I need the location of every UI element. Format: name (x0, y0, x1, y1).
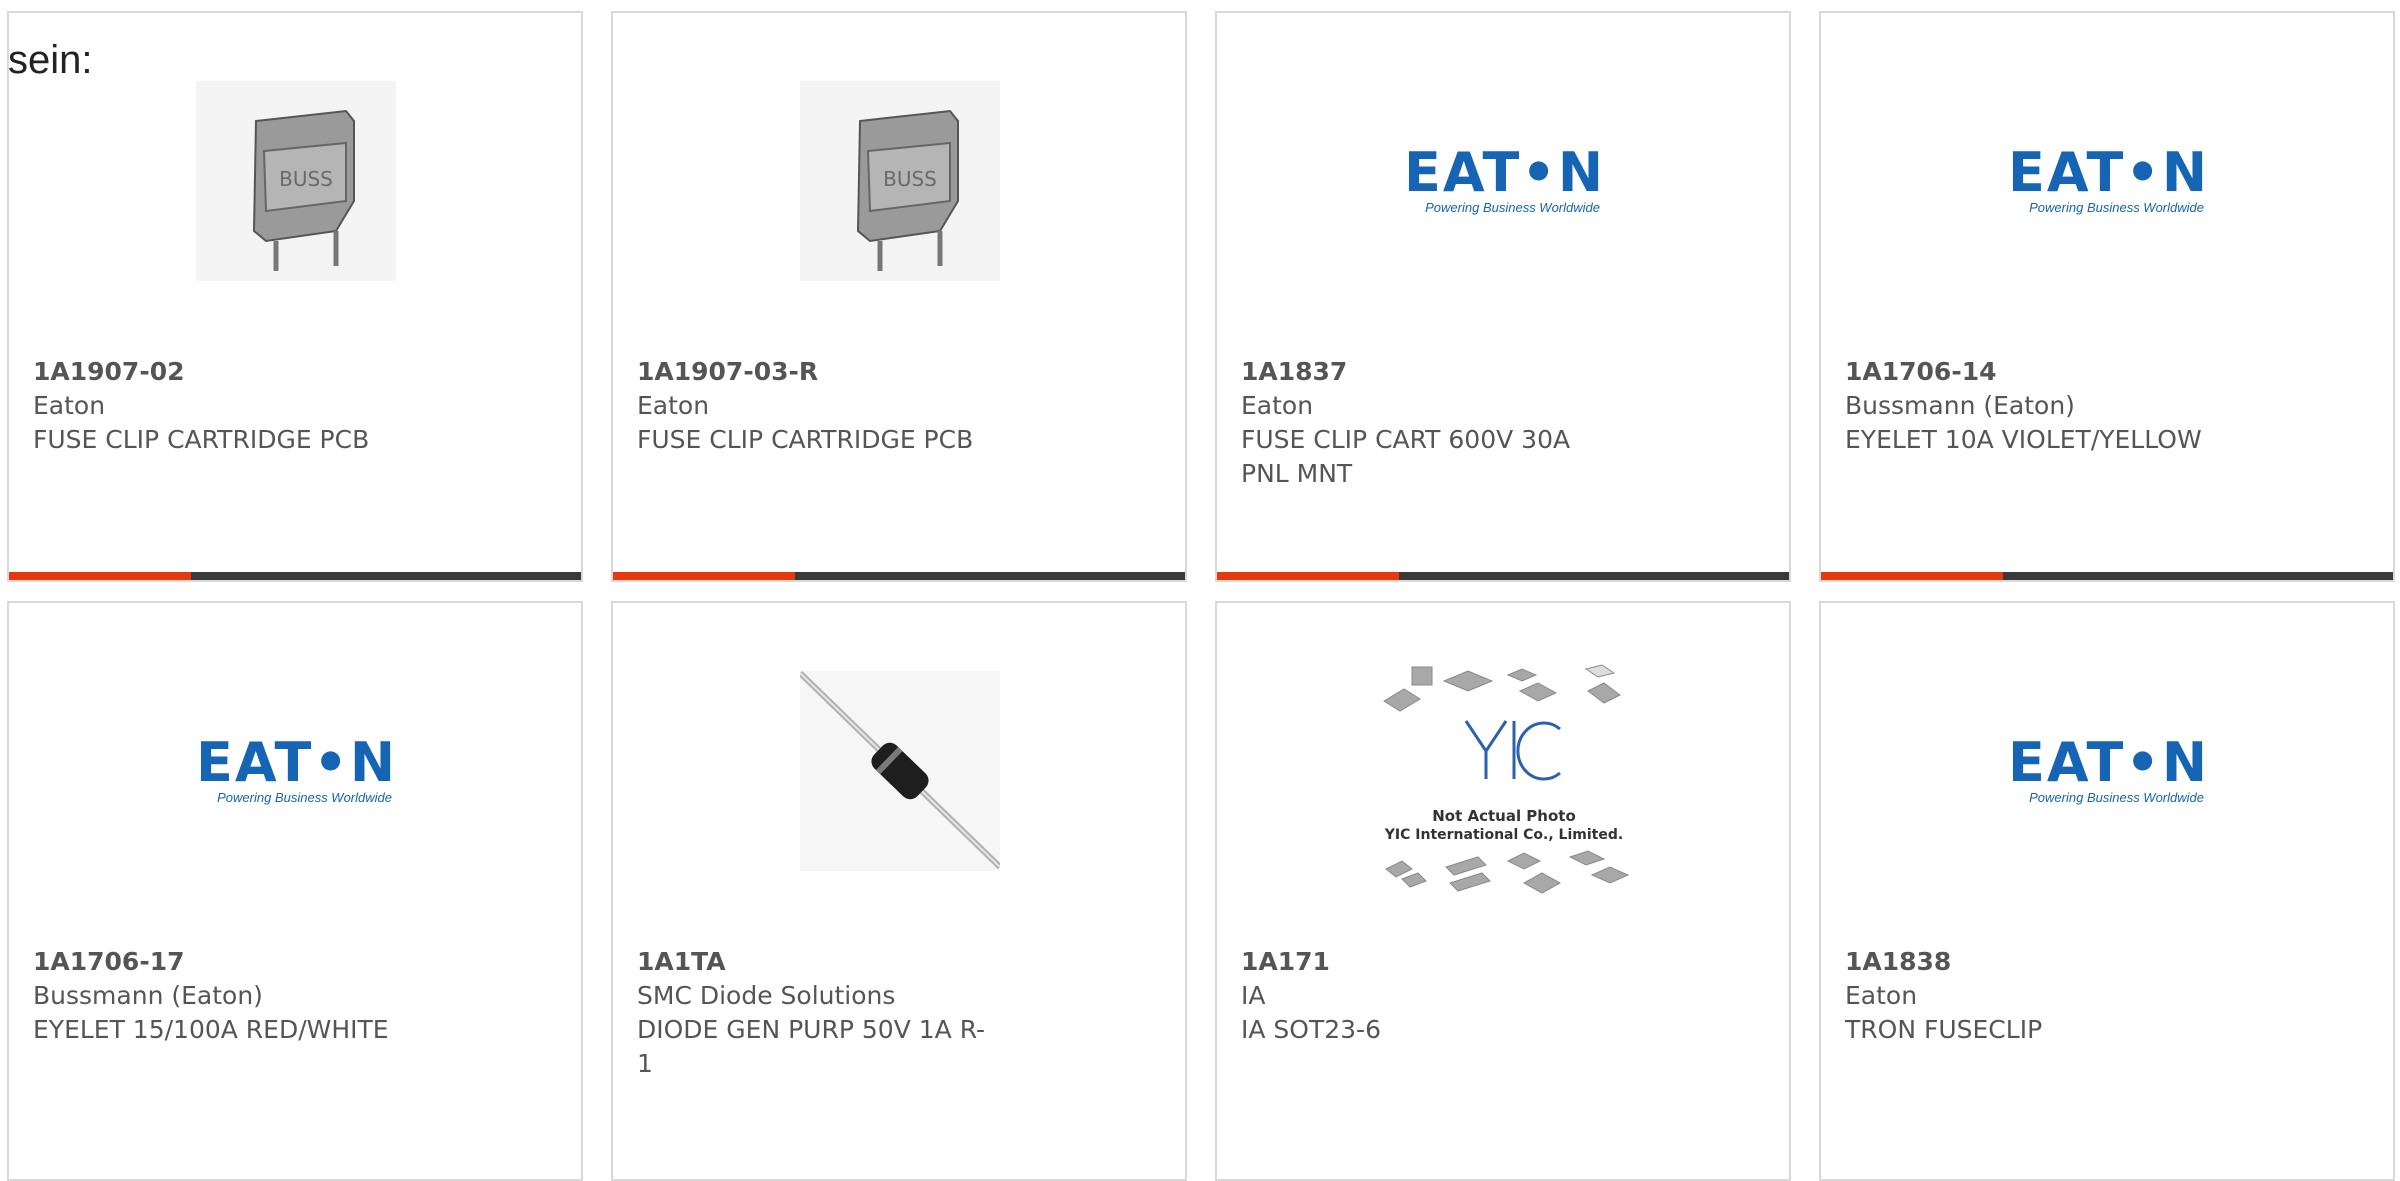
fuse-clip-icon: BUSS (800, 81, 1000, 281)
product-image[interactable]: EAT•N Powering Business Worldwide (1404, 81, 1604, 281)
description: EYELET 10A VIOLET/YELLOW (1845, 425, 2202, 454)
description: FUSE CLIP CARTRIDGE PCB (637, 425, 974, 454)
product-card[interactable]: Not Actual Photo YIC International Co., … (1215, 601, 1791, 1181)
intro-text: sein: (8, 38, 93, 82)
description: EYELET 15/100A RED/WHITE (33, 1015, 389, 1044)
product-image[interactable]: EAT•N Powering Business Worldwide (196, 671, 396, 871)
fuse-clip-icon: BUSS (196, 81, 396, 281)
part-number[interactable]: 1A1838 (1845, 945, 2373, 979)
svg-text:YIC International Co., Limited: YIC International Co., Limited. (1384, 827, 1623, 843)
product-image[interactable] (800, 671, 1000, 871)
description: TRON FUSECLIP (1845, 1015, 2043, 1044)
axial-diode-icon (800, 671, 1000, 871)
part-number[interactable]: 1A1706-17 (33, 945, 561, 979)
part-number[interactable]: 1A1907-02 (33, 355, 561, 389)
description: FUSE CLIP CART 600V 30A PNL MNT (1241, 425, 1571, 488)
manufacturer: IA (1241, 981, 1266, 1010)
card-accent-bar (613, 572, 1185, 580)
manufacturer: Eaton (1845, 981, 1918, 1010)
product-image[interactable]: BUSS (800, 81, 1000, 281)
product-image[interactable]: Not Actual Photo YIC International Co., … (1374, 661, 1634, 901)
part-number[interactable]: 1A1706-14 (1845, 355, 2373, 389)
product-card[interactable]: 1A1TA SMC Diode Solutions DIODE GEN PURP… (611, 601, 1187, 1181)
product-card[interactable]: EAT•N Powering Business Worldwide 1A1706… (1819, 11, 2395, 582)
manufacturer: Bussmann (Eaton) (33, 981, 263, 1010)
manufacturer: Eaton (1241, 391, 1314, 420)
product-card[interactable]: BUSS 1A1907-03-R Eaton FUSE CLIP CARTRID… (611, 11, 1187, 582)
part-number[interactable]: 1A1TA (637, 945, 1165, 979)
manufacturer: Eaton (637, 391, 710, 420)
card-accent-bar (9, 572, 581, 580)
product-image[interactable]: BUSS (196, 81, 396, 281)
description: IA SOT23-6 (1241, 1015, 1381, 1044)
product-card[interactable]: EAT•N Powering Business Worldwide 1A1837… (1215, 11, 1791, 582)
product-card[interactable]: BUSS 1A1907-02 Eaton FUSE CLIP CARTRIDGE… (7, 11, 583, 582)
svg-text:Not Actual Photo: Not Actual Photo (1432, 807, 1576, 825)
description: FUSE CLIP CARTRIDGE PCB (33, 425, 370, 454)
manufacturer: SMC Diode Solutions (637, 981, 896, 1010)
svg-text:BUSS: BUSS (279, 167, 333, 191)
svg-text:BUSS: BUSS (883, 167, 937, 191)
card-accent-bar (1217, 572, 1789, 580)
manufacturer: Eaton (33, 391, 106, 420)
card-accent-bar (1821, 572, 2393, 580)
product-card[interactable]: EAT•N Powering Business Worldwide 1A1838… (1819, 601, 2395, 1181)
eaton-logo-icon: EAT•N Powering Business Worldwide (2008, 731, 2210, 806)
manufacturer: Bussmann (Eaton) (1845, 391, 2075, 420)
part-number[interactable]: 1A1837 (1241, 355, 1769, 389)
product-card[interactable]: EAT•N Powering Business Worldwide 1A1706… (7, 601, 583, 1181)
part-number[interactable]: 1A1907-03-R (637, 355, 1165, 389)
eaton-logo-icon: EAT•N Powering Business Worldwide (1404, 141, 1606, 216)
eaton-logo-icon: EAT•N Powering Business Worldwide (2008, 141, 2210, 216)
part-number[interactable]: 1A171 (1241, 945, 1769, 979)
description: DIODE GEN PURP 50V 1A R-1 (637, 1015, 986, 1078)
yic-placeholder-icon: Not Actual Photo YIC International Co., … (1383, 664, 1630, 894)
eaton-logo-icon: EAT•N Powering Business Worldwide (196, 731, 398, 806)
product-image[interactable]: EAT•N Powering Business Worldwide (2008, 81, 2208, 281)
product-image[interactable]: EAT•N Powering Business Worldwide (2008, 671, 2208, 871)
